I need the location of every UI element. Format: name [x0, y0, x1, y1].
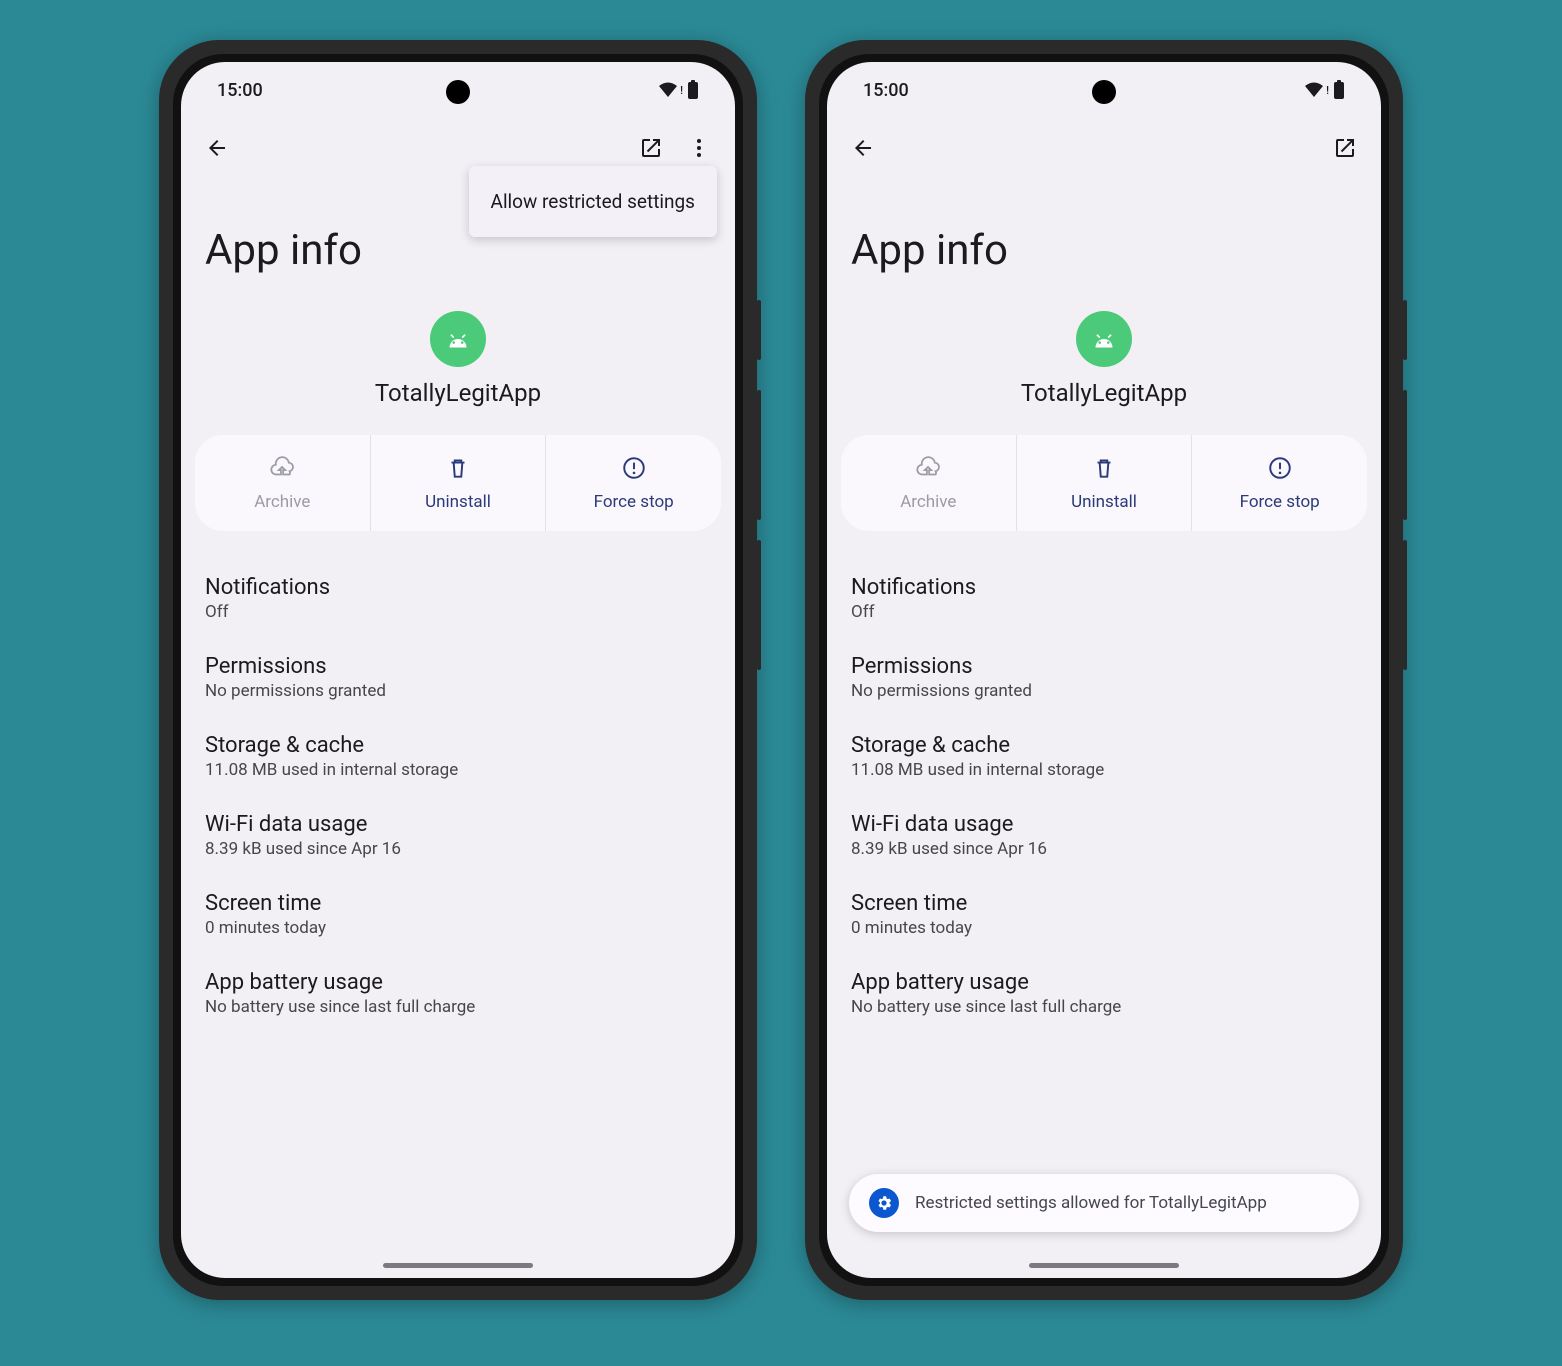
wifi-icon — [658, 82, 678, 98]
phone-frame-right: 15:00 ! — [805, 40, 1403, 1300]
appbar — [827, 118, 1381, 178]
setting-title: Notifications — [851, 575, 1357, 600]
setting-title: Screen time — [851, 891, 1357, 916]
snackbar-text: Restricted settings allowed for TotallyL… — [915, 1192, 1267, 1214]
archive-label: Archive — [254, 492, 310, 512]
app-icon — [430, 311, 486, 367]
archive-button: Archive — [195, 435, 370, 531]
overflow-dropdown: Allow restricted settings — [469, 166, 717, 237]
setting-notifications[interactable]: Notifications Off — [827, 559, 1381, 638]
screen-left: 15:00 ! — [181, 62, 735, 1278]
battery-icon — [1333, 80, 1345, 100]
settings-list: Notifications Off Permissions No permiss… — [827, 531, 1381, 1033]
setting-title: Storage & cache — [205, 733, 711, 758]
app-header: TotallyLegitApp — [181, 311, 735, 435]
signal-warn-icon: ! — [1326, 84, 1329, 97]
camera-hole — [1092, 80, 1116, 104]
uninstall-button[interactable]: Uninstall — [370, 435, 546, 531]
app-icon — [1076, 311, 1132, 367]
setting-screen-time[interactable]: Screen time 0 minutes today — [181, 875, 735, 954]
cloud-upload-icon — [269, 455, 295, 486]
alert-circle-icon — [621, 455, 647, 486]
setting-screen-time[interactable]: Screen time 0 minutes today — [827, 875, 1381, 954]
setting-subtitle: 0 minutes today — [205, 918, 711, 938]
setting-wifi-data[interactable]: Wi-Fi data usage 8.39 kB used since Apr … — [181, 796, 735, 875]
back-button[interactable] — [193, 124, 241, 172]
setting-storage[interactable]: Storage & cache 11.08 MB used in interna… — [827, 717, 1381, 796]
setting-permissions[interactable]: Permissions No permissions granted — [827, 638, 1381, 717]
phone-side-button — [757, 540, 761, 670]
phone-frame-left: 15:00 ! — [159, 40, 757, 1300]
phone-side-button — [1403, 540, 1407, 670]
setting-battery[interactable]: App battery usage No battery use since l… — [181, 954, 735, 1033]
setting-subtitle: No battery use since last full charge — [851, 997, 1357, 1017]
app-name: TotallyLegitApp — [375, 379, 541, 407]
menu-allow-restricted[interactable]: Allow restricted settings — [469, 176, 717, 227]
setting-subtitle: No battery use since last full charge — [205, 997, 711, 1017]
action-row: Archive Uninstall Force stop — [195, 435, 721, 531]
setting-subtitle: No permissions granted — [205, 681, 711, 701]
setting-subtitle: 8.39 kB used since Apr 16 — [205, 839, 711, 859]
archive-button: Archive — [841, 435, 1016, 531]
setting-permissions[interactable]: Permissions No permissions granted — [181, 638, 735, 717]
setting-subtitle: 11.08 MB used in internal storage — [851, 760, 1357, 780]
app-name: TotallyLegitApp — [1021, 379, 1187, 407]
battery-icon — [687, 80, 699, 100]
overflow-menu-icon[interactable] — [675, 124, 723, 172]
setting-title: Wi-Fi data usage — [851, 812, 1357, 837]
setting-title: Permissions — [851, 654, 1357, 679]
setting-subtitle: Off — [205, 602, 711, 622]
setting-battery[interactable]: App battery usage No battery use since l… — [827, 954, 1381, 1033]
page-title: App info — [827, 178, 1381, 311]
cloud-upload-icon — [915, 455, 941, 486]
setting-storage[interactable]: Storage & cache 11.08 MB used in interna… — [181, 717, 735, 796]
home-indicator[interactable] — [1029, 1263, 1179, 1268]
setting-subtitle: Off — [851, 602, 1357, 622]
force-stop-button[interactable]: Force stop — [545, 435, 721, 531]
open-external-icon[interactable] — [627, 124, 675, 172]
setting-subtitle: 8.39 kB used since Apr 16 — [851, 839, 1357, 859]
settings-list: Notifications Off Permissions No permiss… — [181, 531, 735, 1033]
setting-title: Notifications — [205, 575, 711, 600]
setting-title: Screen time — [205, 891, 711, 916]
setting-title: Storage & cache — [851, 733, 1357, 758]
setting-title: Permissions — [205, 654, 711, 679]
snackbar: Restricted settings allowed for TotallyL… — [849, 1174, 1359, 1232]
phone-side-button — [1403, 390, 1407, 520]
open-external-icon[interactable] — [1321, 124, 1369, 172]
wifi-icon — [1304, 82, 1324, 98]
screen-right: 15:00 ! — [827, 62, 1381, 1278]
setting-title: App battery usage — [205, 970, 711, 995]
trash-icon — [1091, 455, 1117, 486]
setting-title: App battery usage — [851, 970, 1357, 995]
status-time: 15:00 — [863, 80, 909, 101]
uninstall-label: Uninstall — [425, 492, 491, 512]
home-indicator[interactable] — [383, 1263, 533, 1268]
action-row: Archive Uninstall Force stop — [841, 435, 1367, 531]
setting-wifi-data[interactable]: Wi-Fi data usage 8.39 kB used since Apr … — [827, 796, 1381, 875]
phone-side-button — [757, 390, 761, 520]
camera-hole — [446, 80, 470, 104]
uninstall-label: Uninstall — [1071, 492, 1137, 512]
setting-title: Wi-Fi data usage — [205, 812, 711, 837]
trash-icon — [445, 455, 471, 486]
setting-subtitle: 11.08 MB used in internal storage — [205, 760, 711, 780]
force-stop-label: Force stop — [594, 492, 674, 512]
phone-side-button — [757, 300, 761, 360]
force-stop-button[interactable]: Force stop — [1191, 435, 1367, 531]
setting-notifications[interactable]: Notifications Off — [181, 559, 735, 638]
phone-side-button — [1403, 300, 1407, 360]
archive-label: Archive — [900, 492, 956, 512]
app-header: TotallyLegitApp — [827, 311, 1381, 435]
status-time: 15:00 — [217, 80, 263, 101]
force-stop-label: Force stop — [1240, 492, 1320, 512]
setting-subtitle: No permissions granted — [851, 681, 1357, 701]
signal-warn-icon: ! — [680, 84, 683, 97]
setting-subtitle: 0 minutes today — [851, 918, 1357, 938]
settings-gear-icon — [869, 1188, 899, 1218]
uninstall-button[interactable]: Uninstall — [1016, 435, 1192, 531]
back-button[interactable] — [839, 124, 887, 172]
alert-circle-icon — [1267, 455, 1293, 486]
